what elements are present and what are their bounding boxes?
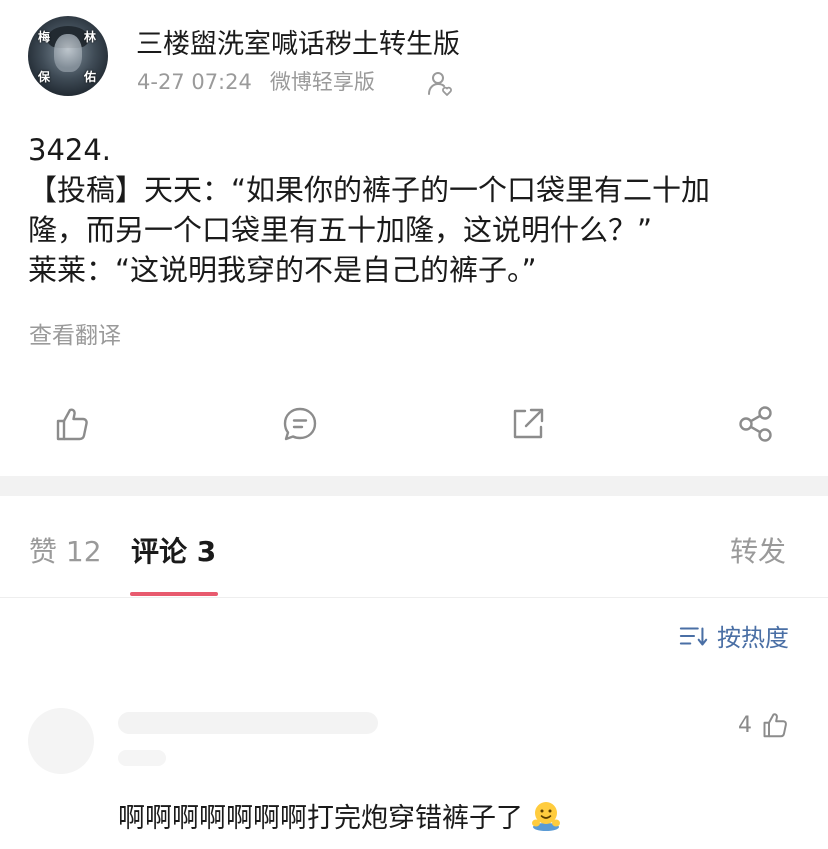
comment-button[interactable]	[280, 404, 320, 444]
avatar-face	[54, 34, 82, 72]
post-meta: 4-27 07:24 微博轻享版	[137, 66, 375, 96]
post-time: 4-27 07:24	[137, 70, 252, 94]
tab-comments[interactable]: 评论 3	[131, 530, 216, 570]
post-line: 莱莱：“这说明我穿的不是自己的裤子。”	[28, 253, 537, 287]
avatar-char: 梅	[38, 30, 51, 44]
post-source: 微博轻享版	[269, 70, 375, 94]
post-line: 隆，而另一个口袋里有五十加隆，这说明什么？”	[28, 213, 653, 247]
like-button[interactable]	[52, 404, 92, 444]
post-line: 3424.	[28, 133, 112, 167]
comment-meta-placeholder	[118, 750, 166, 766]
share-icon	[739, 406, 772, 442]
share-button[interactable]	[736, 404, 776, 444]
like-icon	[763, 713, 787, 738]
tab-likes[interactable]: 赞 12	[29, 530, 102, 570]
commenter-avatar[interactable]	[28, 708, 94, 774]
author-avatar[interactable]: 梅 林 保 佑	[28, 16, 108, 96]
sort-button[interactable]: 按热度	[679, 618, 789, 653]
hug-emoji-icon	[529, 799, 563, 833]
avatar-char: 保	[38, 70, 51, 84]
view-translation-link[interactable]: 查看翻译	[29, 316, 121, 350]
tab-reposts[interactable]: 转发	[730, 530, 786, 570]
avatar-char: 佑	[84, 70, 97, 84]
comment-icon	[283, 407, 317, 441]
post-content: 3424. 【投稿】天天：“如果你的裤子的一个口袋里有二十加 隆，而另一个口袋里…	[28, 130, 808, 290]
comment-like-count: 4	[738, 712, 752, 738]
commenter-name-placeholder	[118, 712, 378, 734]
section-gap	[0, 476, 828, 496]
repost-button[interactable]	[508, 404, 548, 444]
comment-body: 啊啊啊啊啊啊啊打完炮穿错裤子了	[118, 803, 523, 834]
author-name[interactable]: 三楼盥洗室喊话秽土转生版	[136, 22, 460, 61]
post-line: 【投稿】天天：“如果你的裤子的一个口袋里有二十加	[28, 173, 711, 207]
visibility-friends-icon[interactable]	[426, 68, 456, 98]
divider	[0, 597, 828, 598]
comment-like-button[interactable]: 4	[738, 710, 790, 740]
active-tab-indicator	[130, 592, 218, 596]
sort-label: 按热度	[717, 624, 789, 652]
avatar-char: 林	[84, 30, 97, 44]
like-icon	[56, 408, 88, 441]
repost-icon	[513, 408, 544, 439]
sort-icon	[679, 626, 708, 645]
comment-text: 啊啊啊啊啊啊啊打完炮穿错裤子了	[118, 796, 563, 835]
